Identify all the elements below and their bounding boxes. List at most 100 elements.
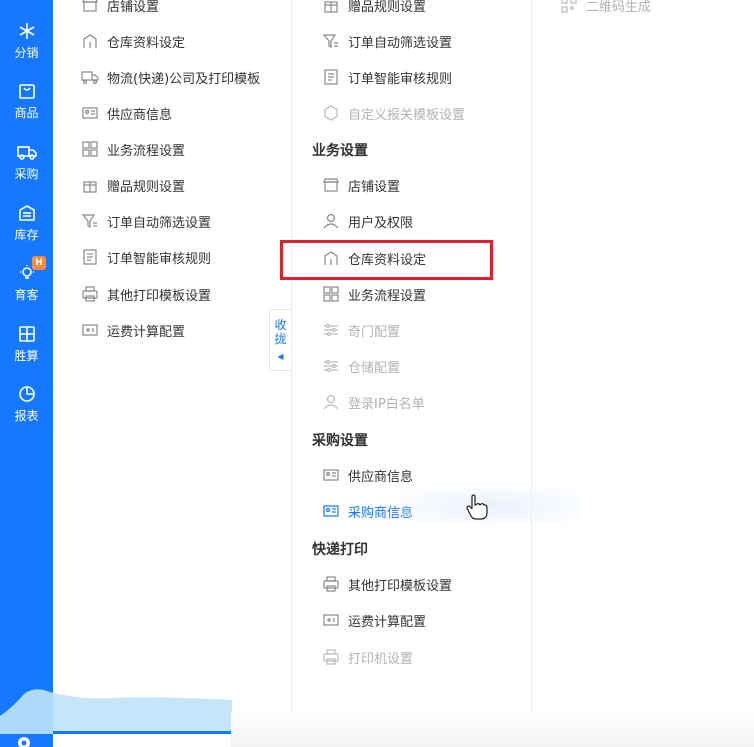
- menu-item-label: 奇门配置: [348, 324, 401, 340]
- section-title-purchase: 采购设置: [312, 433, 368, 449]
- hexagon-icon: [322, 104, 340, 122]
- grid-icon: [81, 140, 99, 158]
- arrow-left-icon: ◀: [277, 352, 284, 361]
- sliders-icon: [322, 357, 340, 375]
- menu-item-label: 订单智能审核规则: [107, 251, 212, 267]
- menu-item-label: 运费计算配置: [348, 614, 427, 630]
- store-icon: [81, 0, 99, 14]
- store-icon: [322, 176, 340, 194]
- side-nav-rail: 分销 商品 采购 库存 H 育客 胜算 报表: [0, 0, 53, 747]
- menu-item-label: 业务流程设置: [348, 288, 427, 304]
- menu-item-label: 其他打印模板设置: [348, 578, 453, 594]
- bag-icon: [16, 80, 38, 102]
- user-icon: [322, 212, 340, 230]
- filter-icon: [81, 212, 99, 230]
- highlight-annotation: [280, 240, 493, 280]
- menu-item-shipping-fee[interactable]: 运费计算配置: [81, 317, 185, 343]
- menu-item-shipping-fee[interactable]: 运费计算配置: [322, 607, 426, 633]
- menu-item-label: 订单自动筛选设置: [107, 215, 212, 231]
- printer-icon: [81, 285, 99, 303]
- nav-label: 报表: [14, 409, 39, 423]
- truck-icon: [16, 141, 38, 163]
- nav-label: 采购: [14, 167, 39, 181]
- calculator-icon: [81, 321, 99, 339]
- nav-label: 商品: [14, 106, 39, 120]
- collapse-label: 拢: [274, 332, 287, 346]
- truck-icon: [81, 68, 99, 86]
- menu-column-right: 二维码生成: [531, 0, 754, 747]
- grid-icon: [322, 285, 340, 303]
- hover-glow: [400, 488, 580, 524]
- menu-item-label: 赠品规则设置: [107, 179, 186, 195]
- warehouse-icon: [16, 202, 38, 224]
- menu-item-label: 店铺设置: [348, 179, 401, 195]
- section-title-express-print: 快递打印: [312, 542, 368, 558]
- menu-item-printer-settings[interactable]: 打印机设置: [322, 644, 413, 670]
- calculator-icon: [16, 323, 38, 345]
- nav-item-winrate[interactable]: 胜算: [0, 323, 53, 373]
- menu-item-store-settings[interactable]: 店铺设置: [81, 0, 159, 18]
- menu-item-other-print-templates[interactable]: 其他打印模板设置: [322, 571, 452, 597]
- menu-item-supplier-info[interactable]: 供应商信息: [322, 462, 413, 488]
- calculator-icon: [322, 611, 340, 629]
- nav-item-inventory[interactable]: 库存: [0, 202, 53, 252]
- menu-item-gift-rules[interactable]: 赠品规则设置: [81, 172, 185, 198]
- printer-icon: [322, 648, 340, 666]
- hand-cursor-icon: [466, 494, 488, 520]
- nav-item-distribution[interactable]: 分销: [0, 20, 53, 70]
- sliders-icon: [322, 321, 340, 339]
- menu-item-order-filter[interactable]: 订单自动筛选设置: [81, 208, 211, 234]
- filter-icon: [322, 32, 340, 50]
- collapse-label: 收: [274, 318, 287, 332]
- nav-label: 分销: [14, 46, 39, 60]
- gift-icon: [81, 176, 99, 194]
- menu-item-other-print-templates[interactable]: 其他打印模板设置: [81, 281, 211, 307]
- menu-item-qrcode-generate[interactable]: 二维码生成: [560, 0, 651, 18]
- menu-item-ip-whitelist[interactable]: 登录IP白名单: [322, 389, 425, 415]
- document-icon: [81, 248, 99, 266]
- menu-item-users-permissions[interactable]: 用户及权限: [322, 208, 413, 234]
- gear-icon[interactable]: [14, 733, 34, 747]
- menu-column-main: 赠品规则设置 订单自动筛选设置 订单智能审核规则 自定义报关模板设置 业务设置 …: [291, 0, 531, 747]
- nav-item-customer[interactable]: H 育客: [0, 256, 53, 312]
- menu-item-order-filter[interactable]: 订单自动筛选设置: [322, 28, 452, 54]
- menu-item-warehouse-settings[interactable]: 仓库资料设定: [81, 28, 185, 54]
- menu-item-order-review[interactable]: 订单智能审核规则: [81, 244, 211, 270]
- menu-item-gift-rules[interactable]: 赠品规则设置: [322, 0, 426, 18]
- menu-item-business-flow[interactable]: 业务流程设置: [322, 281, 426, 307]
- menu-item-label: 供应商信息: [107, 107, 173, 123]
- horizontal-scrollbar[interactable]: [53, 731, 233, 734]
- menu-item-logistics-templates[interactable]: 物流(快递)公司及打印模板: [81, 64, 260, 90]
- menu-item-label: 业务流程设置: [107, 143, 186, 159]
- section-title-business: 业务设置: [312, 143, 368, 159]
- new-badge: H: [32, 256, 46, 270]
- menu-item-business-flow[interactable]: 业务流程设置: [81, 136, 185, 162]
- gift-icon: [322, 0, 340, 14]
- bottom-wave-decoration: [0, 689, 232, 734]
- menu-item-storage-config[interactable]: 仓储配置: [322, 353, 400, 379]
- menu-item-store-settings[interactable]: 店铺设置: [322, 172, 400, 198]
- nav-item-reports[interactable]: 报表: [0, 383, 53, 433]
- menu-item-qimen-config[interactable]: 奇门配置: [322, 317, 400, 343]
- nav-label: 库存: [14, 228, 39, 242]
- qrcode-icon: [560, 0, 578, 14]
- printer-icon: [322, 575, 340, 593]
- menu-item-label: 运费计算配置: [107, 324, 186, 340]
- user-icon: [322, 393, 340, 411]
- nav-item-purchase[interactable]: 采购: [0, 141, 53, 191]
- menu-item-customs-template[interactable]: 自定义报关模板设置: [322, 100, 465, 126]
- menu-item-label: 物流(快递)公司及打印模板: [107, 71, 261, 87]
- menu-item-label: 订单自动筛选设置: [348, 35, 453, 51]
- id-card-icon: [322, 502, 340, 520]
- collapse-panel-button[interactable]: 收 拢 ◀: [269, 309, 291, 371]
- menu-item-label: 店铺设置: [107, 0, 160, 15]
- menu-item-label: 赠品规则设置: [348, 0, 427, 15]
- snowflake-icon: [16, 20, 38, 42]
- house-icon: [81, 32, 99, 50]
- menu-item-order-review[interactable]: 订单智能审核规则: [322, 64, 452, 90]
- nav-item-goods[interactable]: 商品: [0, 80, 53, 130]
- nav-label: 胜算: [14, 349, 39, 363]
- menu-item-label: 用户及权限: [348, 215, 414, 231]
- id-card-icon: [81, 104, 99, 122]
- menu-item-supplier-info[interactable]: 供应商信息: [81, 100, 172, 126]
